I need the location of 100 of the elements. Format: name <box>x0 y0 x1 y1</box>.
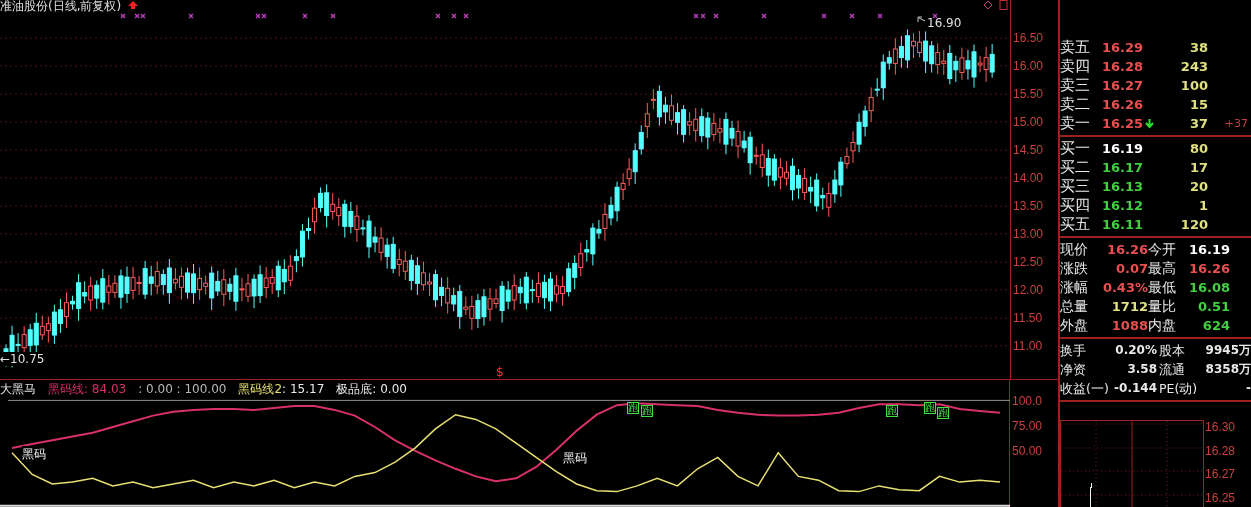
run-mark: 跑 <box>937 407 949 419</box>
box-icon <box>999 0 1008 10</box>
run-mark: 跑 <box>886 405 898 417</box>
ask-price: 16.26 <box>1102 96 1144 114</box>
stat-label: 今开 <box>1148 240 1177 259</box>
intraday-axis-label: 16.30 <box>1205 420 1236 436</box>
chart-title: 准油股份(日线,前复权) <box>0 0 122 15</box>
stat-value: 9945万 <box>1204 342 1251 359</box>
price-axis-label: 12.50 <box>1012 254 1045 271</box>
stat-label: 收益(一) <box>1060 380 1107 398</box>
stat-label: 换手 <box>1060 342 1087 360</box>
stat-label: 外盘 <box>1060 316 1089 335</box>
stat-value: 1712 <box>1110 298 1148 316</box>
legend-value: 极品底: 0.00 <box>336 380 407 398</box>
run-mark: 跑 <box>627 402 639 414</box>
bid-price: 16.13 <box>1102 178 1145 196</box>
intraday-axis-label: 16.25 <box>1205 490 1236 507</box>
stat-value: 0.07 <box>1114 260 1148 278</box>
low-price-label: ←10.75 <box>0 352 45 366</box>
price-tick-line <box>1090 482 1092 507</box>
ask-price: 16.25 <box>1102 115 1144 133</box>
bid-volume: 20 <box>1188 178 1208 196</box>
bid-label: 买四 <box>1060 196 1091 215</box>
ask-price: 16.27 <box>1102 77 1144 95</box>
intraday-axis-label: 16.28 <box>1205 443 1236 460</box>
diamond-icon <box>983 0 993 10</box>
leader-line <box>917 16 926 23</box>
stat-label: 最低 <box>1148 278 1177 297</box>
stat-label: 总量 <box>1060 297 1089 316</box>
run-mark: 跑 <box>924 402 936 414</box>
bid-volume: 120 <box>1179 216 1208 234</box>
legend-value: : 84.03 <box>84 381 127 396</box>
intraday-axis-label: 16.27 <box>1205 467 1236 483</box>
stat-label: 股本 <box>1158 342 1186 360</box>
bid-volume: 80 <box>1188 140 1208 158</box>
volume-change: +37 <box>1223 116 1248 132</box>
price-axis-label: 16.50 <box>1012 30 1045 47</box>
stat-label: 现价 <box>1060 240 1089 259</box>
legend-value: : 0.00 : 100.00 <box>138 382 227 396</box>
bid-label: 买三 <box>1060 177 1091 196</box>
price-axis-label: 16.00 <box>1012 58 1045 75</box>
price-axis-label: 11.00 <box>1012 338 1044 355</box>
stat-value: 16.26 <box>1105 241 1148 259</box>
stat-value: 16.08 <box>1187 279 1230 297</box>
stat-value: 0.51 <box>1196 298 1230 316</box>
stat-value: 16.19 <box>1187 241 1230 259</box>
bid-price: 16.19 <box>1102 140 1145 158</box>
stat-label: 量比 <box>1148 297 1177 316</box>
bid-price: 16.11 <box>1102 216 1145 234</box>
stat-value: 624 <box>1201 317 1230 335</box>
stat-value: 0.43% <box>1101 279 1148 297</box>
ask-volume: 15 <box>1188 96 1208 114</box>
ask-price: 16.28 <box>1102 58 1144 76</box>
stat-label: PE(动) <box>1158 380 1199 398</box>
ask-label: 卖四 <box>1060 57 1091 76</box>
price-axis-label: 14.00 <box>1012 170 1045 187</box>
series-name: 黑码线2 <box>238 381 283 396</box>
run-mark: 跑 <box>641 405 653 417</box>
bid-label: 买二 <box>1060 158 1091 177</box>
stat-label: 内盘 <box>1148 316 1177 335</box>
stat-label: 流通 <box>1158 361 1186 379</box>
indicator-axis-label: 75.00 <box>1012 418 1043 433</box>
stat-label: 净资 <box>1060 361 1087 379</box>
legend-value: : 15.17 <box>282 381 325 396</box>
ask-volume: 243 <box>1179 58 1208 76</box>
price-axis-label: 15.00 <box>1012 114 1045 131</box>
bid-price: 16.12 <box>1102 197 1145 215</box>
ask-label: 卖五 <box>1060 38 1091 57</box>
price-axis-label: 13.50 <box>1012 198 1045 215</box>
stat-label: 涨幅 <box>1060 278 1089 297</box>
bid-volume: 1 <box>1197 197 1208 215</box>
stat-label: 最高 <box>1148 259 1177 278</box>
stat-value: 16.26 <box>1187 260 1230 278</box>
ask-price: 16.29 <box>1102 39 1144 57</box>
price-axis-label: 12.00 <box>1012 282 1045 299</box>
indicator-axis-label: 50.00 <box>1012 444 1043 458</box>
series-name: 黑码线 <box>48 381 84 396</box>
arrow-up-icon <box>128 1 138 9</box>
ask-volume: 100 <box>1179 77 1208 95</box>
bid-label: 买一 <box>1060 139 1091 158</box>
stat-value: - <box>1245 380 1251 397</box>
indicator-axis-label: 100.0 <box>1012 393 1043 408</box>
ask-label: 卖二 <box>1060 95 1091 114</box>
price-axis-label: 14.50 <box>1012 142 1045 159</box>
stat-value: -0.144 <box>1113 380 1157 397</box>
ask-label: 卖一 <box>1060 114 1091 133</box>
stat-value: 3.58 <box>1126 361 1157 378</box>
signal-mark: $ <box>496 365 504 379</box>
stat-value: 0.20% <box>1114 342 1157 359</box>
bid-volume: 17 <box>1188 159 1208 177</box>
stat-value: 1088 <box>1110 317 1148 335</box>
ask-volume: 38 <box>1188 39 1208 57</box>
ask-label: 卖三 <box>1060 76 1091 95</box>
stat-label: 涨跌 <box>1060 259 1089 278</box>
high-price-label: 16.90 <box>927 16 962 30</box>
price-axis-label: 15.50 <box>1012 86 1045 103</box>
line-label: 黑码 <box>563 450 587 467</box>
indicator-name: 大黑马 <box>0 380 36 398</box>
ask-volume: 37 <box>1188 115 1208 133</box>
price-axis-label: 13.00 <box>1012 226 1045 243</box>
